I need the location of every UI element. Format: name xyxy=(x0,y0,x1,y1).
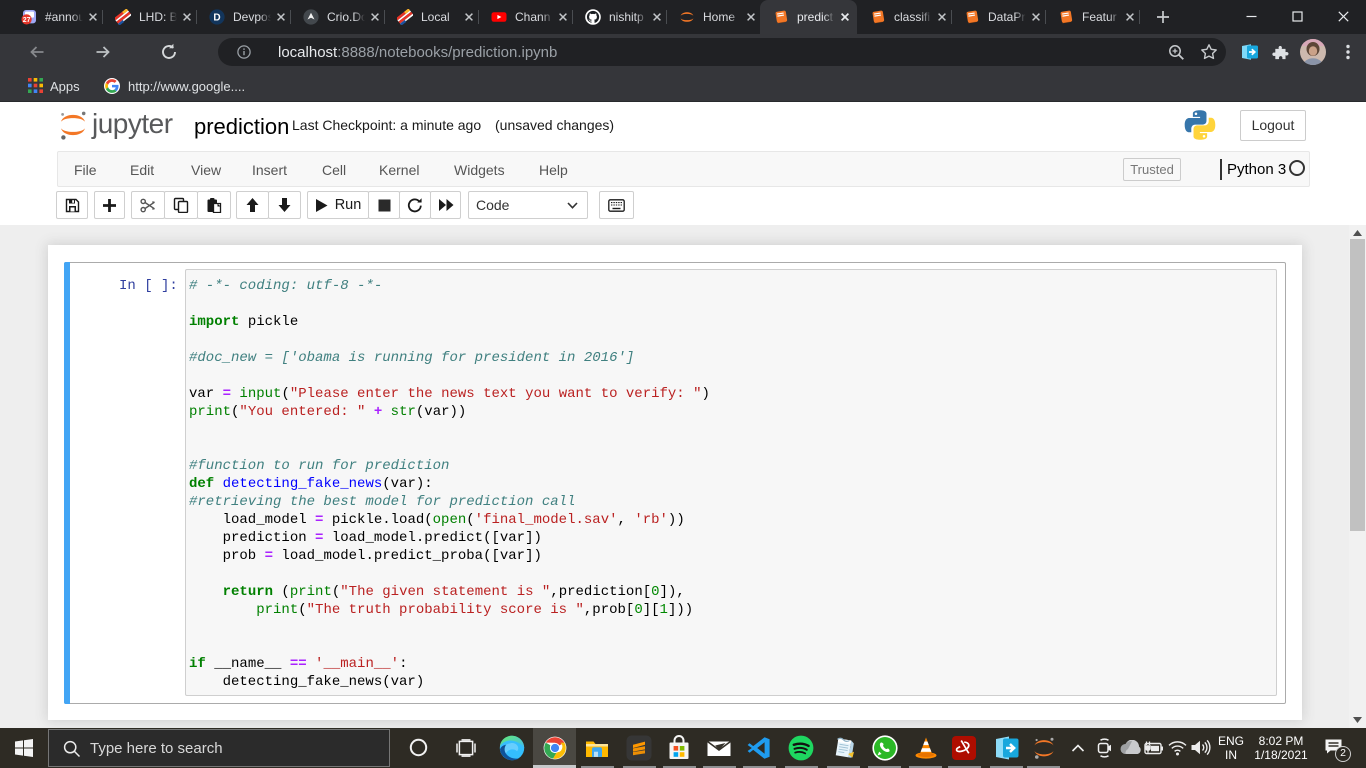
svg-text:27: 27 xyxy=(23,17,31,24)
svg-text:D: D xyxy=(213,13,220,24)
